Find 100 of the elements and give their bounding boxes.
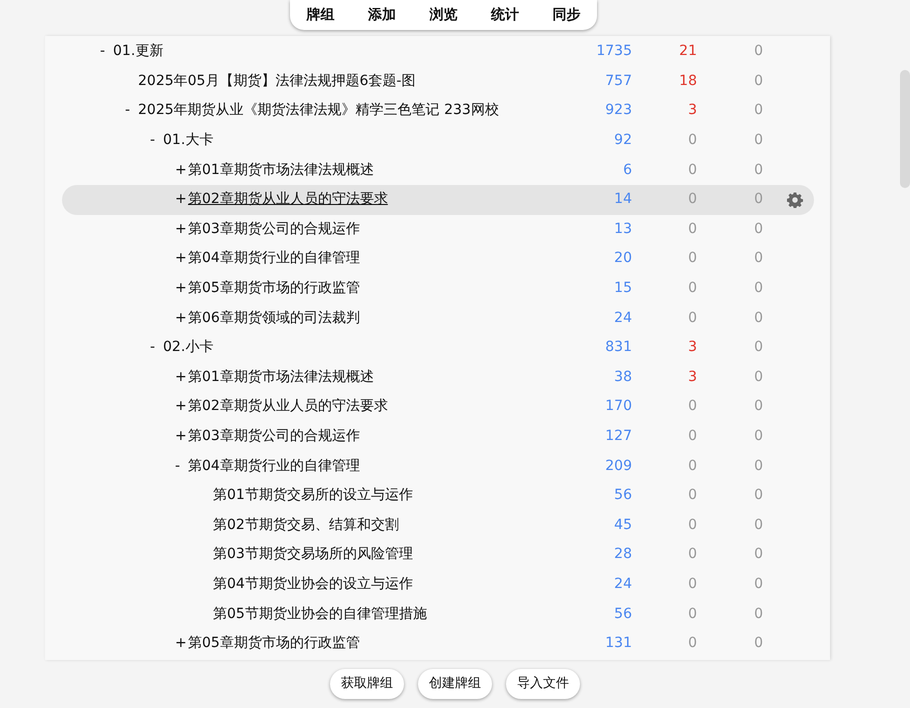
deck-row[interactable]: - 02.小卡 831 3 0 [62, 332, 814, 363]
deck-row[interactable]: +第05章期货市场的行政监管 15 0 0 [62, 274, 814, 304]
deck-row[interactable]: - 第04章期货行业的自律管理 209 0 0 [62, 451, 814, 481]
due-count: 0 [753, 190, 763, 210]
new-count: 131 [604, 634, 632, 654]
deck-row[interactable]: - 01.更新 1735 21 0 [62, 37, 814, 67]
toolbar-link[interactable]: 同步 [552, 4, 580, 26]
deck-name[interactable]: 第02章期货从业人员的守法要求 [188, 189, 388, 210]
toolbar-link[interactable]: 牌组 [306, 4, 335, 26]
deck-row[interactable]: - 2025年期货从业《期货法律法规》精学三色笔记 233网校 923 3 0 [62, 96, 814, 126]
deck-row[interactable]: +第02章期货从业人员的守法要求 14 0 0 [62, 184, 814, 215]
deck-row[interactable]: 第01节期货交易所的设立与运作 56 0 0 [62, 480, 814, 510]
learn-count: 0 [687, 516, 697, 535]
expand-toggle[interactable]: - [125, 102, 130, 118]
deck-row[interactable]: +第02章期货从业人员的守法要求 170 0 0 [62, 392, 814, 422]
deck-name[interactable]: 02.小卡 [163, 337, 214, 358]
learn-count: 0 [687, 190, 697, 210]
deck-name[interactable]: 第05章期货市场的行政监管 [188, 278, 360, 300]
footer-button[interactable]: 获取牌组 [330, 669, 404, 699]
new-count: 92 [613, 131, 632, 150]
deck-name[interactable]: 第02章期货从业人员的守法要求 [188, 396, 388, 418]
learn-count: 0 [687, 397, 697, 416]
new-count: 24 [613, 574, 632, 594]
learn-count: 3 [687, 338, 697, 358]
expand-toggle[interactable]: + [175, 162, 187, 178]
new-count: 127 [604, 427, 632, 446]
deck-name[interactable]: 第01章期货市场法律法规概述 [188, 160, 374, 181]
deck-row[interactable]: - 01.大卡 92 0 0 [62, 126, 814, 156]
new-count: 28 [613, 545, 632, 564]
deck-row[interactable]: +第03章期货公司的合规运作 13 0 0 [62, 214, 814, 244]
deck-row[interactable]: 第03节期货交易场所的风险管理 28 0 0 [62, 540, 814, 570]
expand-toggle[interactable]: + [175, 280, 187, 296]
due-count: 0 [753, 160, 763, 180]
new-count: 831 [604, 338, 632, 358]
expand-toggle[interactable]: - [150, 339, 156, 356]
deck-row[interactable]: +第06章期货领域的司法裁判 24 0 0 [62, 303, 814, 333]
footer-button[interactable]: 创建牌组 [418, 669, 492, 699]
deck-name[interactable]: 第04章期货行业的自律管理 [188, 248, 360, 270]
deck-name[interactable]: 第03章期货公司的合规运作 [188, 426, 360, 448]
due-count: 0 [753, 456, 763, 476]
deck-name[interactable]: 第02节期货交易、结算和交割 [213, 514, 399, 536]
expand-toggle[interactable]: - [175, 458, 180, 474]
new-count: 6 [622, 160, 632, 180]
deck-row[interactable]: 第04节期货业协会的设立与运作 24 0 0 [62, 570, 814, 600]
new-count: 45 [613, 516, 632, 535]
due-count: 0 [753, 545, 763, 564]
learn-count: 0 [687, 456, 697, 476]
learn-count: 0 [687, 486, 697, 506]
deck-row[interactable]: +第05章期货市场的行政监管 131 0 0 [62, 628, 814, 658]
due-count: 0 [753, 72, 763, 91]
toolbar-link[interactable]: 添加 [368, 4, 396, 26]
expand-toggle[interactable]: + [175, 635, 187, 652]
new-count: 757 [604, 72, 632, 91]
deck-name[interactable]: 第06章期货领域的司法裁判 [188, 308, 360, 329]
deck-name[interactable]: 01.大卡 [163, 130, 214, 152]
deck-name[interactable]: 第05节期货业协会的自律管理措施 [213, 604, 427, 625]
new-count: 56 [613, 604, 632, 624]
toolbar-link[interactable]: 统计 [490, 4, 519, 26]
deck-name[interactable]: 2025年05月【期货】法律法规押题6套题-图 [138, 70, 416, 92]
expand-toggle[interactable]: - [150, 132, 156, 148]
deck-name[interactable]: 第04节期货业协会的设立与运作 [213, 574, 413, 595]
deck-row[interactable]: 第05节期货业协会的自律管理措施 56 0 0 [62, 599, 814, 629]
deck-name[interactable]: 第03节期货交易场所的风险管理 [213, 544, 413, 566]
expand-toggle[interactable]: + [175, 191, 187, 208]
expand-toggle[interactable]: + [175, 398, 187, 414]
deck-name[interactable]: 第03章期货公司的合规运作 [188, 218, 360, 240]
expand-toggle[interactable]: + [175, 310, 187, 326]
deck-name[interactable]: 第01章期货市场法律法规概述 [188, 366, 374, 388]
deck-name[interactable]: 第04章期货行业的自律管理 [188, 456, 360, 477]
deck-row[interactable]: 第02节期货交易、结算和交割 45 0 0 [62, 510, 814, 540]
due-count: 0 [753, 574, 763, 594]
expand-toggle[interactable]: + [175, 428, 187, 444]
deck-name[interactable]: 2025年期货从业《期货法律法规》精学三色笔记 233网校 [138, 100, 499, 122]
learn-count: 21 [678, 42, 697, 62]
deck-name[interactable]: 01.更新 [113, 41, 164, 62]
learn-count: 18 [678, 72, 697, 91]
new-count: 13 [613, 220, 632, 239]
deck-row[interactable]: +第01章期货市场法律法规概述 6 0 0 [62, 155, 814, 185]
learn-count: 0 [687, 308, 697, 328]
expand-toggle[interactable]: + [175, 220, 187, 237]
deck-row[interactable]: +第01章期货市场法律法规概述 38 3 0 [62, 362, 814, 392]
due-count: 0 [753, 368, 763, 387]
learn-count: 3 [687, 368, 697, 387]
new-count: 14 [613, 190, 632, 210]
deck-name[interactable]: 第01节期货交易所的设立与运作 [213, 485, 413, 506]
scrollbar-thumb[interactable] [900, 70, 910, 188]
toolbar-link[interactable]: 浏览 [429, 4, 458, 26]
expand-toggle[interactable]: - [100, 43, 106, 60]
expand-toggle[interactable]: + [175, 250, 187, 266]
settings-icon[interactable] [787, 192, 803, 208]
learn-count: 3 [687, 101, 697, 120]
new-count: 170 [604, 397, 632, 416]
due-count: 0 [753, 101, 763, 120]
deck-row[interactable]: +第03章期货公司的合规运作 127 0 0 [62, 422, 814, 452]
footer-button[interactable]: 导入文件 [506, 669, 580, 699]
due-count: 0 [753, 516, 763, 535]
deck-row[interactable]: 2025年05月【期货】法律法规押题6套题-图 757 18 0 [62, 66, 814, 96]
deck-row[interactable]: +第04章期货行业的自律管理 20 0 0 [62, 244, 814, 274]
expand-toggle[interactable]: + [175, 368, 187, 385]
deck-name[interactable]: 第05章期货市场的行政监管 [188, 633, 360, 654]
